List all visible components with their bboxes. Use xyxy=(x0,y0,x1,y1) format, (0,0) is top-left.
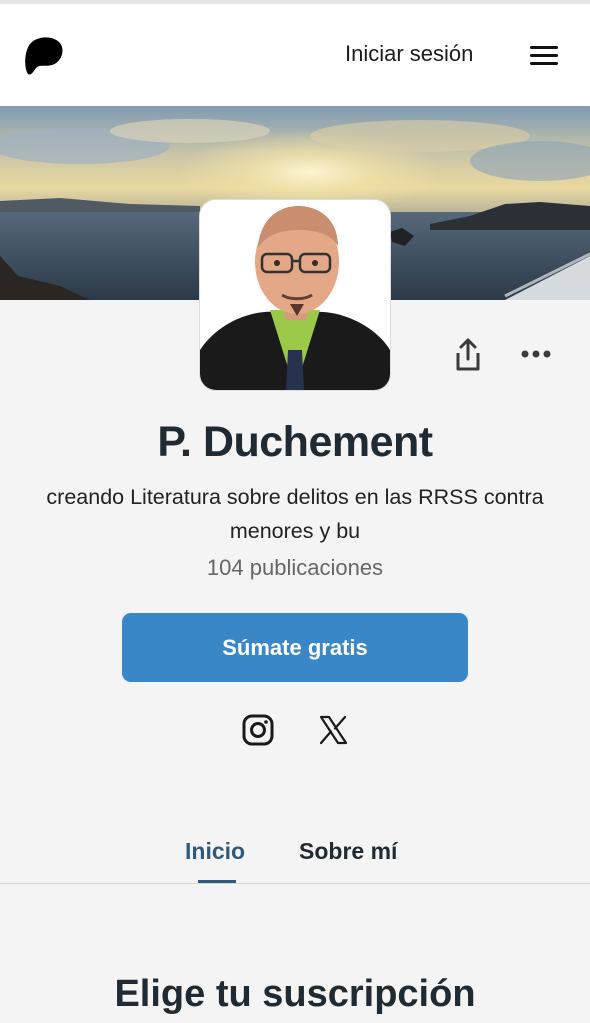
tabs-divider xyxy=(0,883,590,884)
creator-name: P. Duchement xyxy=(157,418,433,466)
tab-inicio[interactable]: Inicio xyxy=(185,838,245,865)
profile-avatar xyxy=(200,200,390,390)
post-count: 104 publicaciones xyxy=(206,555,384,580)
join-free-button[interactable]: Súmate gratis xyxy=(122,613,468,682)
share-icon[interactable] xyxy=(451,337,485,373)
instagram-icon[interactable] xyxy=(240,712,276,748)
tab-sobre-mi[interactable]: Sobre mí xyxy=(299,838,397,865)
hamburger-menu-icon[interactable] xyxy=(528,44,560,68)
login-link[interactable]: Iniciar sesión xyxy=(345,41,473,67)
more-options-icon[interactable] xyxy=(518,346,554,362)
x-icon[interactable] xyxy=(315,712,351,748)
subscription-section-title: Elige tu suscripción xyxy=(114,973,476,1015)
top-navigation-bar: Iniciar sesión xyxy=(0,4,590,106)
patreon-logo-icon[interactable] xyxy=(22,34,66,78)
creator-tagline: creando Literatura sobre delitos en las … xyxy=(46,485,544,543)
